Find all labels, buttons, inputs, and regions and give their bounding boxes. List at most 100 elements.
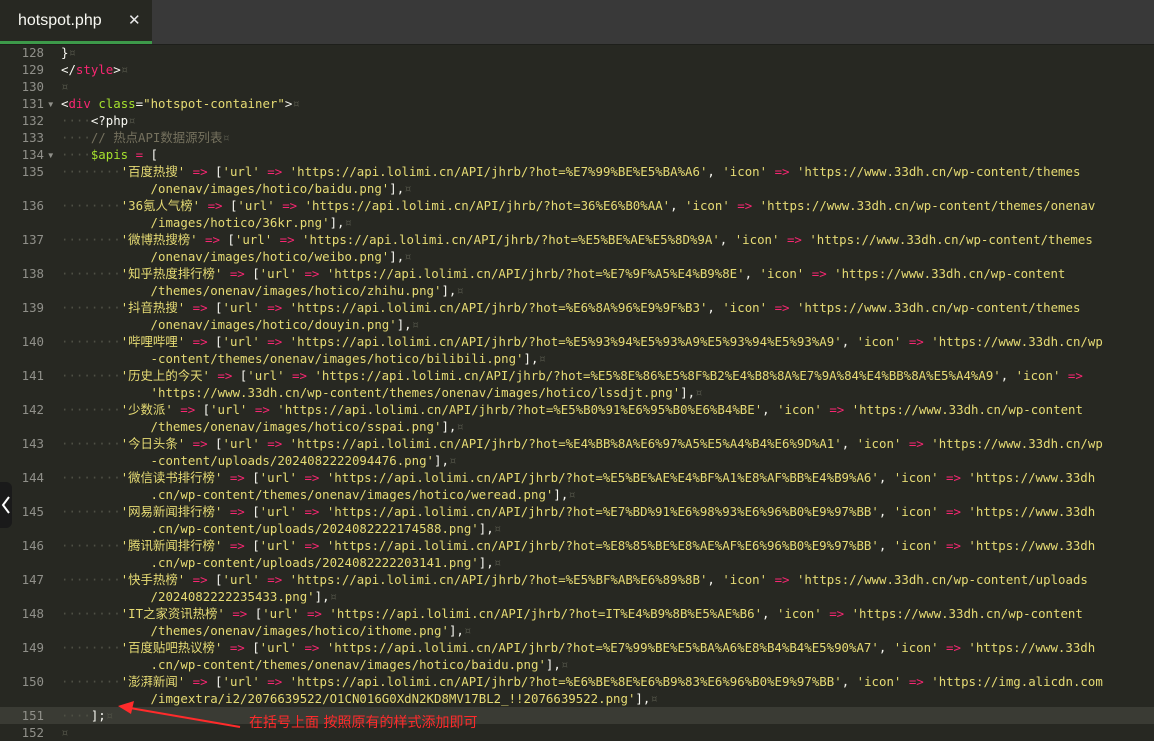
code-line[interactable]: /images/hotico/36kr.png'],¤: [0, 214, 1154, 231]
code-line[interactable]: 131 ▾ <div class="hotspot-container">¤: [0, 95, 1154, 112]
token: 'https://api.lolimi.cn/API/jhrb/?hot=%E7…: [326, 504, 879, 519]
token: ········: [61, 402, 121, 417]
code-line[interactable]: /themes/onenav/images/hotico/ithome.png'…: [0, 622, 1154, 639]
token: /themes/onenav/images/hotico/sspai.png': [150, 419, 442, 434]
code-line[interactable]: /2024082222235433.png'],¤: [0, 588, 1154, 605]
token: /onenav/images/hotico/douyin.png': [150, 317, 397, 332]
code-line[interactable]: 142 ········'少数派' => ['url' => 'https://a…: [0, 401, 1154, 418]
code-line[interactable]: 136 ········'36氪人气榜' => ['url' => 'https:…: [0, 197, 1154, 214]
line-number: 137: [21, 232, 44, 247]
token: ],: [448, 623, 464, 638]
token: ¤: [404, 181, 412, 196]
code-line[interactable]: 152 ¤: [0, 724, 1154, 741]
token: 'url': [259, 640, 297, 655]
code-line[interactable]: .cn/wp-content/themes/onenav/images/hoti…: [0, 656, 1154, 673]
token: ,: [841, 436, 857, 451]
code-line[interactable]: 137 ········'微博热搜榜' => ['url' => 'https:/…: [0, 231, 1154, 248]
token: ¤: [344, 215, 352, 230]
code-text: ········'腾讯新闻排行榜' => ['url' => 'https://…: [61, 537, 1095, 554]
chevron-left-icon[interactable]: [0, 482, 12, 528]
token: ,: [762, 402, 778, 417]
token: /themes/onenav/images/hotico/ithome.png': [150, 623, 449, 638]
code-line[interactable]: 132 ····<?php¤: [0, 112, 1154, 129]
token: ¤: [456, 283, 464, 298]
token: '快手热榜': [120, 572, 186, 587]
code-line[interactable]: 130 ¤: [0, 78, 1154, 95]
token: ],: [635, 691, 651, 706]
token: ········: [61, 198, 121, 213]
token: 'icon': [734, 232, 780, 247]
token: ,: [707, 300, 723, 315]
code-line[interactable]: 133 ····// 热点API数据源列表¤: [0, 129, 1154, 146]
code-line[interactable]: 138 ········'知乎热度排行榜' => ['url' => 'https…: [0, 265, 1154, 282]
token: 'url': [222, 334, 260, 349]
token: div: [68, 96, 91, 111]
code-line[interactable]: 144 ········'微信读书排行榜' => ['url' => 'https…: [0, 469, 1154, 486]
token: ¤: [329, 589, 338, 604]
token: ,: [719, 232, 735, 247]
code-line[interactable]: /themes/onenav/images/hotico/zhihu.png']…: [0, 282, 1154, 299]
code-line[interactable]: -content/uploads/2024082222094476.png'],…: [0, 452, 1154, 469]
token: =>: [229, 538, 245, 553]
code-text: ········'今日头条' => ['url' => 'https://api…: [61, 435, 1103, 452]
line-number: 128: [21, 45, 44, 60]
code-line[interactable]: 150 ········'澎湃新闻' => ['url' => 'https://…: [0, 673, 1154, 690]
code-line[interactable]: 128}¤: [0, 44, 1154, 61]
token: 'https://api.lolimi.cn/API/jhrb/?hot=%E5…: [289, 572, 708, 587]
tab-hotspot-php[interactable]: hotspot.php ✕: [0, 0, 152, 44]
code-line[interactable]: 141 ········'历史上的今天' => ['url' => 'https:…: [0, 367, 1154, 384]
token: 'url': [222, 674, 260, 689]
code-line[interactable]: 148 ········'IT之家资讯热榜' => ['url' => 'http…: [0, 605, 1154, 622]
code-line[interactable]: .cn/wp-content/themes/onenav/images/hoti…: [0, 486, 1154, 503]
code-line[interactable]: 147 ········'快手热榜' => ['url' => 'https://…: [0, 571, 1154, 588]
token: '今日头条': [120, 436, 186, 451]
token: 'https://www.33dh: [968, 538, 1096, 553]
code-text: .cn/wp-content/uploads/2024082222174588.…: [61, 520, 502, 537]
code-line[interactable]: 134 ▾ ····$apis = [: [0, 146, 1154, 163]
token: ········: [61, 640, 121, 655]
code-editor[interactable]: 128}¤ 129 </style>¤ 130 ¤ 131 ▾ <div class="hot…: [0, 44, 1154, 741]
code-line[interactable]: /onenav/images/hotico/weibo.png'],¤: [0, 248, 1154, 265]
token: '百度贴吧热议榜': [120, 640, 223, 655]
token: ,: [707, 572, 723, 587]
token: 'https://api.lolimi.cn/API/jhrb/?hot=%E7…: [289, 164, 708, 179]
code-line[interactable]: /themes/onenav/images/hotico/sspai.png']…: [0, 418, 1154, 435]
fold-toggle-icon[interactable]: ▾: [47, 95, 54, 112]
token: ¤: [456, 419, 464, 434]
code-line[interactable]: 151 ····];¤: [0, 707, 1154, 724]
token: ¤: [493, 521, 502, 536]
token: [: [219, 232, 235, 247]
code-line[interactable]: 143 ········'今日头条' => ['url' => 'https://…: [0, 435, 1154, 452]
code-line[interactable]: 'https://www.33dh.cn/wp-content/themes/o…: [0, 384, 1154, 401]
token: >: [113, 62, 121, 77]
code-line[interactable]: .cn/wp-content/uploads/2024082222203141.…: [0, 554, 1154, 571]
token: ····: [61, 113, 91, 128]
code-line[interactable]: 129 </style>¤: [0, 61, 1154, 78]
code-text: .cn/wp-content/themes/onenav/images/hoti…: [61, 656, 569, 673]
code-line[interactable]: 139 ········'抖音热搜' => ['url' => 'https://…: [0, 299, 1154, 316]
code-line[interactable]: -content/themes/onenav/images/hotico/bil…: [0, 350, 1154, 367]
code-line[interactable]: 135 ········'百度热搜' => ['url' => 'https://…: [0, 163, 1154, 180]
code-line[interactable]: 145 ········'网易新闻排行榜' => ['url' => 'https…: [0, 503, 1154, 520]
close-icon[interactable]: ✕: [128, 11, 141, 29]
token: ¤: [411, 317, 420, 332]
code-line[interactable]: 149 ········'百度贴吧热议榜' => ['url' => 'https…: [0, 639, 1154, 656]
token: =>: [774, 572, 790, 587]
token: =>: [304, 640, 320, 655]
token: =>: [304, 504, 320, 519]
fold-toggle-icon[interactable]: ▾: [47, 146, 54, 163]
code-line[interactable]: .cn/wp-content/uploads/2024082222174588.…: [0, 520, 1154, 537]
code-text: ········'36氪人气榜' => ['url' => 'https://a…: [61, 197, 1095, 214]
code-line[interactable]: 146 ········'腾讯新闻排行榜' => ['url' => 'https…: [0, 537, 1154, 554]
code-line[interactable]: 140 ········'哔哩哔哩' => ['url' => 'https://…: [0, 333, 1154, 350]
code-line[interactable]: /onenav/images/hotico/douyin.png'],¤: [0, 316, 1154, 333]
code-line[interactable]: /imgextra/i2/2076639522/O1CN016G0XdN2KD8…: [0, 690, 1154, 707]
code-line[interactable]: /onenav/images/hotico/baidu.png'],¤: [0, 180, 1154, 197]
